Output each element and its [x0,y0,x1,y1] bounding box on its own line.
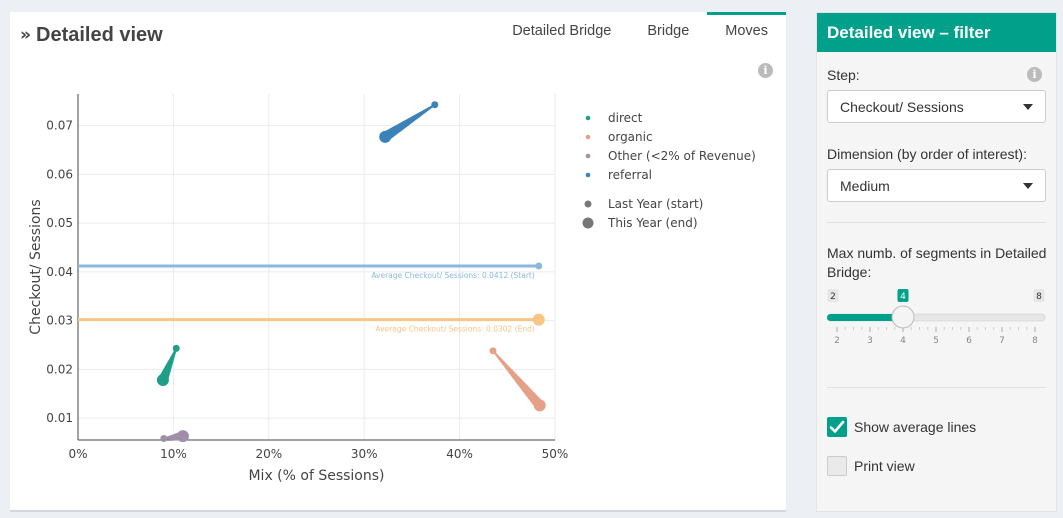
size-legend-label: Last Year (start) [608,197,703,211]
y-tick-label: 0.03 [46,314,73,328]
slider-value-label: 4 [900,292,906,302]
slider-max-label: 8 [1036,292,1042,302]
slider-tick-label: 8 [1032,336,1038,346]
dimension-select[interactable]: Medium [827,169,1046,202]
start-point [160,435,168,443]
y-tick-label: 0.05 [46,216,73,230]
x-tick-label: 20% [255,447,282,461]
y-tick-label: 0.02 [46,362,73,376]
legend-label: direct [608,111,643,125]
y-tick-label: 0.06 [46,167,73,181]
x-tick-label: 30% [351,447,378,461]
start-point [431,101,439,109]
app-root: ›› Detailed view Detailed Bridge Bridge … [0,0,1063,518]
end-point [176,430,189,443]
slider-tick-label: 3 [867,336,873,346]
x-tick-label: 0% [68,447,87,461]
slider-tick-label: 2 [834,336,840,346]
x-tick-label: 10% [160,447,187,461]
step-select-value: Checkout/ Sessions [840,98,964,115]
y-tick-label: 0.01 [46,411,73,425]
x-tick-label: 50% [542,447,569,461]
print-view-label: Print view [854,458,915,474]
legend-marker [585,134,591,140]
start-point [172,344,180,352]
legend-marker [585,115,591,121]
y-tick-label: 0.04 [46,265,73,279]
divider [827,387,1046,388]
end-point [379,130,392,143]
slider-tick-label: 6 [966,336,972,346]
chevron-down-icon [1023,104,1033,110]
legend-marker [585,172,591,178]
y-tick-label: 0.07 [46,119,73,133]
step-select[interactable]: Checkout/ Sessions [827,90,1046,123]
x-axis-title: Mix (% of Sessions) [248,468,384,484]
start-point [489,347,497,355]
end-point [156,374,169,387]
legend-label: organic [608,130,653,144]
show-average-lines-checkbox[interactable] [827,417,847,437]
moves-scatter-chart: 0% 10% 20% 30% 40% 50% 0.01 0.02 0.03 0.04 0.05 0.0… [28,94,756,484]
segments-label: Max numb. of segments in Detailed Bridge… [827,245,1047,280]
end-point [533,399,546,412]
x-tick-label: 40% [446,447,473,461]
average-line-marker [535,262,543,270]
step-info-icon[interactable]: i [1027,67,1042,82]
slider-handle[interactable] [891,305,915,329]
filter-title: Detailed view – filter [817,13,1056,52]
dimension-select-value: Medium [840,177,890,194]
show-average-lines-label: Show average lines [854,419,977,435]
average-line-label: Average Checkout/ Sessions: 0.0302 (End) [375,325,534,334]
chevron-down-icon [1023,183,1033,189]
divider [827,222,1046,223]
slider-tick-label: 4 [900,336,906,346]
legend-label: Other (<2% of Revenue) [608,149,756,163]
slider-tick-label: 5 [933,336,939,346]
size-legend-marker [582,217,594,229]
size-legend-label: This Year (end) [607,216,698,230]
slider-min-label: 2 [830,292,836,302]
filter-panel: Detailed view – filter Step: i Checkout/… [816,12,1057,512]
average-line-label: Average Checkout/ Sessions: 0.0412 (Star… [371,271,534,280]
detailed-view-panel: ›› Detailed view Detailed Bridge Bridge … [10,12,786,512]
slider-tick-label: 7 [999,336,1005,346]
move-path [492,350,544,409]
size-legend-marker [584,200,592,208]
step-label: Step: [827,67,860,83]
checkmark-icon [829,420,845,433]
print-view-checkbox[interactable] [827,456,847,476]
y-axis-title: Checkout/ Sessions [28,199,44,334]
legend-marker [585,153,591,159]
legend-label: referral [608,168,652,182]
segments-slider[interactable]: 2 8 4 2 3 4 5 6 7 8 [817,285,1058,355]
dimension-label: Dimension (by order of interest): [827,146,1027,162]
